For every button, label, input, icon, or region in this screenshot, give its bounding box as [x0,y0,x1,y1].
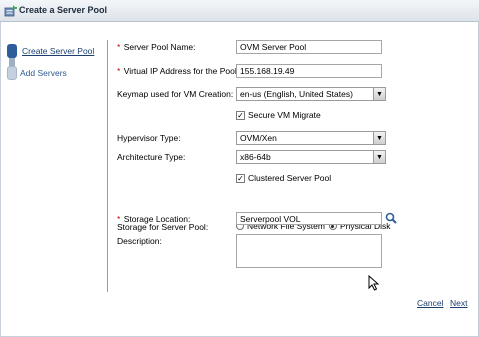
cancel-button[interactable]: Cancel [417,298,443,308]
chevron-down-icon[interactable]: ▼ [373,151,385,163]
train-step-create-server-pool[interactable]: Create Server Pool [7,44,97,58]
architecture-type-select[interactable]: x86-64b ▼ [236,150,386,164]
dialog-title: Create a Server Pool [19,5,108,15]
step-active-icon [7,44,17,58]
next-button[interactable]: Next [450,298,467,308]
vertical-divider [107,40,108,292]
architecture-type-label: Architecture Type: [117,152,186,162]
virtual-ip-label: * Virtual IP Address for the Pool: [117,66,240,76]
description-label: Description: [117,236,162,246]
clustered-server-pool-checkbox[interactable]: ✓ Clustered Server Pool [236,173,331,183]
server-pool-icon [4,5,17,17]
train-step-label: Create Server Pool [20,46,97,56]
server-pool-name-label: * Server Pool Name: [117,42,196,52]
train-step-label: Add Servers [20,68,67,78]
clustered-server-pool-label: Clustered Server Pool [248,173,332,183]
hypervisor-type-label: Hypervisor Type: [117,133,181,143]
architecture-type-value: x86-64b [240,152,271,162]
chevron-down-icon[interactable]: ▼ [373,132,385,144]
dialog-titlebar: Create a Server Pool [0,0,479,22]
search-icon[interactable] [385,212,397,224]
keymap-label: Keymap used for VM Creation: [117,89,234,99]
storage-location-input[interactable]: Serverpool VOL [236,212,382,225]
hypervisor-type-select[interactable]: OVM/Xen ▼ [236,131,386,145]
secure-vm-migrate-checkbox[interactable]: ✓ Secure VM Migrate [236,110,321,120]
secure-vm-migrate-label: Secure VM Migrate [248,110,321,120]
step-inactive-icon [7,66,17,80]
storage-location-label: * Storage Location: [117,214,191,224]
checkmark-icon[interactable]: ✓ [236,110,245,120]
train-step-add-servers[interactable]: Add Servers [7,66,67,80]
description-textarea[interactable] [236,234,382,268]
storage-location-value: Serverpool VOL [240,214,301,224]
server-pool-name-input[interactable]: OVM Server Pool [236,40,382,54]
hypervisor-type-value: OVM/Xen [240,133,277,143]
required-marker: * [117,66,121,76]
checkmark-icon[interactable]: ✓ [236,173,245,183]
mouse-cursor-icon [368,274,380,291]
required-marker: * [117,42,121,52]
chevron-down-icon[interactable]: ▼ [373,88,385,100]
required-marker: * [117,214,121,224]
keymap-value: en-us (English, United States) [240,89,353,99]
keymap-select[interactable]: en-us (English, United States) ▼ [236,87,386,101]
virtual-ip-input[interactable]: 155.168.19.49 [236,64,382,78]
